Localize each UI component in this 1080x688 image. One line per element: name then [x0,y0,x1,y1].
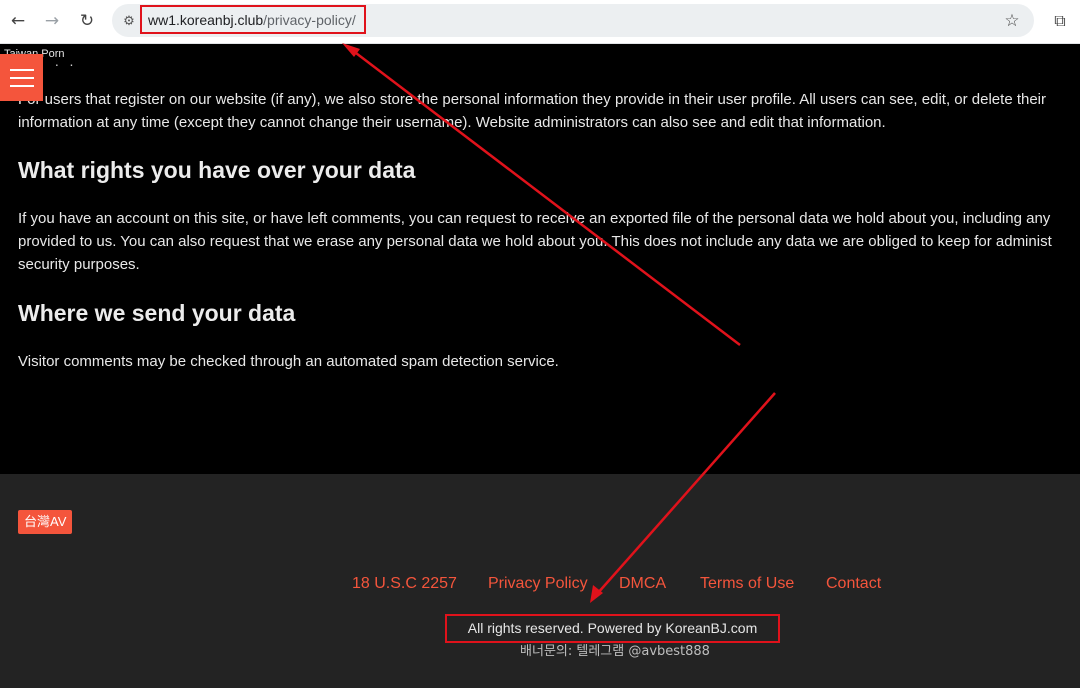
footer-link-contact[interactable]: Contact [826,575,881,593]
banner-contact-text: 배너문의: 텔레그램 @avbest888 [520,644,710,659]
browser-toolbar: ← → ↻ ⚙ ww1.koreanbj.club/privacy-policy… [0,0,1080,44]
paragraph-spam-detection: Visitor comments may be checked through … [18,350,1080,373]
copyright-text: All rights reserved. Powered by KoreanBJ… [467,620,758,636]
back-icon[interactable]: ← [5,9,31,33]
tag-button[interactable]: 台灣AV [18,510,73,534]
paragraph-line: If you have an account on this site, or … [18,210,1051,227]
reload-icon[interactable]: ↻ [74,9,100,33]
paragraph-line: provided to us. You can also request tha… [18,233,1052,250]
site-info-icon[interactable]: ⚙ [118,10,140,32]
heading-send-data: Where we send your data [18,300,296,326]
paragraph-user-profile: For users that register on our website (… [18,88,1080,134]
heading-rights: What rights you have over your data [18,157,416,183]
paragraph-rights: If you have an account on this site, or … [18,207,1080,276]
paragraph-line: For users that register on our website (… [18,91,1047,108]
menu-bar-icon [9,68,34,71]
bookmark-star-icon[interactable]: ☆ [1000,9,1024,33]
menu-bar-icon [9,76,34,79]
footer-link-terms[interactable]: Terms of Use [700,575,794,593]
cut-off-text-fragment: · · · [40,56,77,72]
paragraph-line: information at any time (except they can… [18,114,886,131]
paragraph-line: security purposes. [18,256,140,273]
hamburger-menu-button[interactable] [0,54,43,101]
menu-bar-icon [9,84,34,87]
footer-link-dmca[interactable]: DMCA [619,575,666,593]
url-annotation-box [140,5,366,34]
footer-link-privacy-policy[interactable]: Privacy Policy [488,575,588,593]
forward-icon[interactable]: → [39,9,65,33]
paragraph-line: Visitor comments may be checked through … [18,353,559,370]
extensions-icon[interactable]: ⧉ [1048,9,1072,33]
footer-link-2257[interactable]: 18 U.S.C 2257 [352,575,457,593]
